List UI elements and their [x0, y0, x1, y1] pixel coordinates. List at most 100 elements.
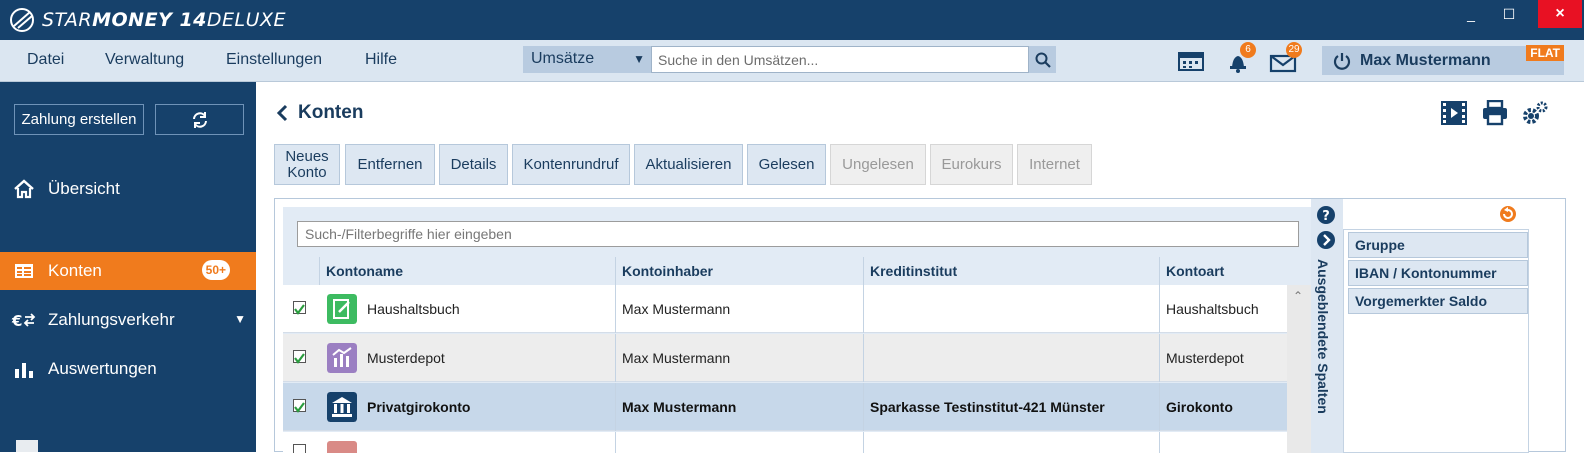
accounts-panel: Kontoname Kontoinhaber Kreditinstitut Ko… — [274, 198, 1566, 453]
details-button[interactable]: Details — [439, 144, 508, 185]
app-title-suffix: DELUXE — [206, 9, 287, 31]
account-type: Girokonto — [1159, 383, 1287, 431]
help-icon[interactable]: ? — [1316, 205, 1336, 225]
nav-label: Auswertungen — [48, 359, 157, 378]
nav-label: Konten — [48, 261, 102, 280]
account-type — [1159, 432, 1287, 453]
table-row[interactable]: Musterdepot Max Mustermann Musterdepot — [283, 334, 1287, 382]
expand-right-icon[interactable] — [1316, 230, 1336, 250]
account-name: Musterdepot — [367, 350, 445, 366]
mark-read-button[interactable]: Gelesen — [747, 144, 826, 185]
checkmark-icon — [294, 304, 305, 315]
messages-badge: 29 — [1286, 42, 1302, 58]
messages-button[interactable]: 29 — [1268, 42, 1302, 74]
column-header-kontoart[interactable]: Kontoart — [1159, 257, 1287, 285]
hidden-column-item[interactable]: IBAN / Kontonummer — [1348, 260, 1528, 286]
hidden-column-item[interactable]: Vorgemerkter Saldo — [1348, 288, 1528, 314]
column-header-kontoinhaber[interactable]: Kontoinhaber — [615, 257, 863, 285]
page-title: Konten — [298, 102, 364, 123]
bar-chart-icon — [15, 363, 33, 378]
euro-rate-button[interactable]: Eurokurs — [930, 144, 1013, 185]
app-logo: STAR MONEY 14 DELUXE — [8, 6, 286, 34]
scroll-up-icon[interactable]: ⌃ — [1293, 289, 1303, 303]
settings-gears-icon[interactable] — [1521, 100, 1549, 126]
search-button[interactable] — [1029, 46, 1056, 73]
table-row[interactable]: Privatgirokonto Max Mustermann Sparkasse… — [283, 383, 1287, 431]
account-type: Musterdepot — [1159, 334, 1287, 382]
account-type: Haushaltsbuch — [1159, 285, 1287, 333]
close-button[interactable]: × — [1538, 0, 1582, 28]
sidebar: Zahlung erstellen Übersicht Konten 50+ €… — [0, 82, 256, 452]
nav-zahlungsverkehr[interactable]: € Zahlungsverkehr ▼ — [0, 301, 256, 339]
refresh-accounts-button[interactable]: Aktualisieren — [634, 144, 743, 185]
calendar-icon[interactable] — [1176, 48, 1206, 74]
hidden-column-item[interactable]: Gruppe — [1348, 232, 1528, 258]
euro-transfer-icon: € — [11, 312, 36, 330]
table-row[interactable]: Haushaltsbuch Max Mustermann Haushaltsbu… — [283, 285, 1287, 333]
column-header-kontoname[interactable]: Kontoname — [319, 257, 615, 285]
account-call-button[interactable]: Kontenrundruf — [512, 144, 630, 185]
checkmark-icon — [294, 402, 305, 413]
account-owner: Max Mustermann — [615, 334, 863, 382]
maximize-button[interactable]: ☐ — [1490, 0, 1528, 28]
menu-datei[interactable]: Datei — [27, 51, 64, 69]
account-owner: Max Mustermann — [615, 285, 863, 333]
nav-next-item-icon — [16, 440, 38, 452]
nav-uebersicht[interactable]: Übersicht — [0, 170, 256, 208]
row-checkbox[interactable] — [293, 350, 306, 364]
bank-icon — [327, 392, 357, 422]
create-payment-button[interactable]: Zahlung erstellen — [14, 104, 144, 135]
search-icon — [1035, 52, 1051, 68]
search-scope-dropdown[interactable]: Umsätze ▼ — [523, 46, 651, 73]
account-bank: Sparkasse Testinstitut-421 Münster — [863, 383, 1159, 431]
account-bank — [863, 334, 1159, 382]
internet-button[interactable]: Internet — [1017, 144, 1092, 185]
video-icon[interactable] — [1440, 100, 1468, 126]
column-header-kreditinstitut[interactable]: Kreditinstitut — [863, 257, 1159, 285]
hidden-columns-list: Gruppe IBAN / Kontonummer Vorgemerkter S… — [1343, 229, 1529, 453]
remove-button[interactable]: Entfernen — [345, 144, 435, 185]
back-chevron-icon[interactable] — [276, 104, 288, 122]
user-menu[interactable]: Max Mustermann FLAT — [1322, 45, 1564, 75]
user-name: Max Mustermann — [1360, 52, 1491, 69]
row-checkbox[interactable] — [293, 301, 306, 315]
account-bank — [863, 285, 1159, 333]
svg-text:?: ? — [1322, 209, 1330, 224]
menu-hilfe[interactable]: Hilfe — [365, 51, 397, 69]
refresh-icon — [192, 111, 207, 128]
expand-arrow-icon[interactable]: ▼ — [234, 312, 246, 326]
nav-auswertungen[interactable]: Auswertungen — [0, 350, 256, 388]
depot-chart-icon — [327, 343, 357, 373]
row-checkbox[interactable] — [293, 399, 306, 413]
sync-button[interactable] — [155, 104, 244, 135]
starmoney-logo-icon — [10, 8, 34, 32]
account-name: Privatgirokonto — [367, 399, 471, 415]
mark-unread-button[interactable]: Ungelesen — [830, 144, 926, 185]
filter-input[interactable] — [297, 221, 1299, 247]
title-bar: STAR MONEY 14 DELUXE _ ☐ × — [0, 0, 1584, 40]
svg-text:€: € — [11, 312, 22, 330]
home-icon — [14, 179, 34, 199]
menu-einstellungen[interactable]: Einstellungen — [226, 51, 322, 69]
account-owner: Max Mustermann — [615, 383, 863, 431]
search-input[interactable] — [651, 46, 1029, 73]
menu-verwaltung[interactable]: Verwaltung — [105, 51, 184, 69]
accounts-icon — [15, 264, 33, 278]
power-icon — [1333, 53, 1351, 70]
print-icon[interactable] — [1481, 100, 1509, 126]
reset-columns-icon[interactable] — [1499, 205, 1517, 223]
search-scope-label: Umsätze — [531, 50, 595, 67]
table-row[interactable] — [283, 432, 1287, 453]
minimize-button[interactable]: _ — [1452, 0, 1490, 28]
main-content: Konten Neues Konto Entfernen Details Kont… — [256, 82, 1584, 453]
plan-badge: FLAT — [1526, 45, 1564, 61]
notifications-badge: 6 — [1240, 42, 1256, 58]
notifications-button[interactable]: 6 — [1224, 42, 1256, 74]
nav-konten[interactable]: Konten 50+ — [0, 252, 256, 290]
app-title-bold: MONEY 14 — [92, 9, 207, 31]
new-account-button[interactable]: Neues Konto — [274, 144, 340, 185]
dropdown-arrow-icon: ▼ — [633, 52, 645, 66]
hidden-columns-label: Ausgeblendete Spalten — [1315, 259, 1331, 414]
vertical-scrollbar[interactable]: ⌃ — [1287, 285, 1311, 453]
hidden-columns-strip[interactable]: ? Ausgeblendete Spalten — [1311, 199, 1343, 453]
